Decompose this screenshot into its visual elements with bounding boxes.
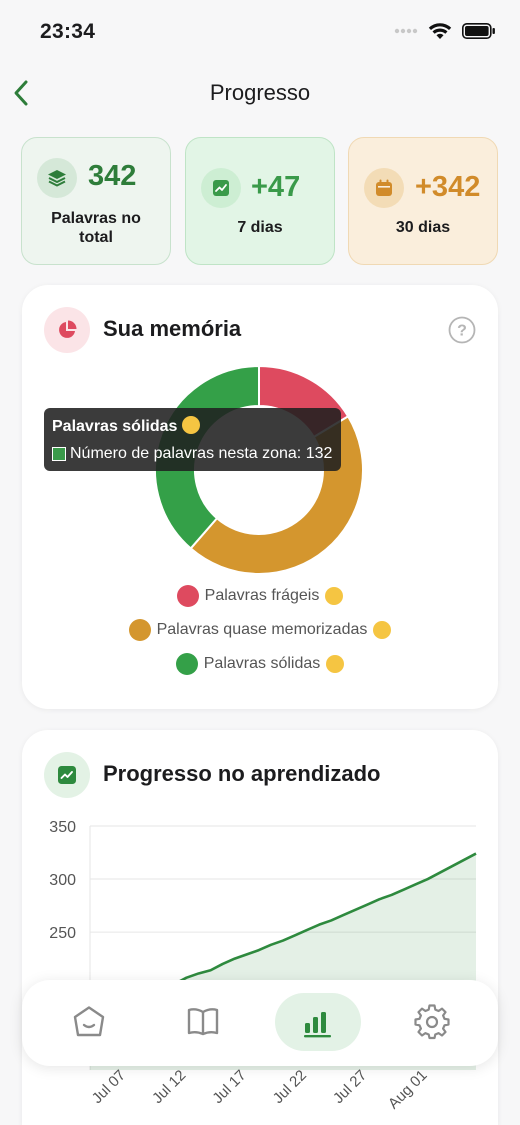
- legend-item-solid[interactable]: Palavras sólidas: [22, 653, 498, 675]
- tooltip-title-text: Palavras sólidas: [52, 418, 178, 435]
- battery-icon: [462, 23, 495, 39]
- tooltip-swatch: [52, 447, 66, 461]
- y-tick-label: 300: [49, 872, 76, 889]
- star-struck-emoji-icon: [181, 416, 200, 434]
- memory-card: Sua memória ? Palavras sólidas Número de…: [22, 285, 498, 709]
- status-icons: [394, 22, 496, 40]
- y-tick-label: 350: [49, 819, 76, 836]
- x-tick-label: Aug 01: [385, 1067, 431, 1113]
- tab-progress[interactable]: [275, 993, 361, 1051]
- legend-label: Palavras quase memorizadas: [156, 621, 368, 638]
- page-title: Progresso: [209, 80, 311, 105]
- home-icon: [73, 1006, 105, 1037]
- calendar-icon: [364, 168, 404, 208]
- stat-card-30-days: +342 30 dias: [348, 137, 498, 265]
- tooltip-body: Número de palavras nesta zona: 132: [52, 445, 332, 463]
- smile-emoji-icon: [373, 621, 392, 639]
- stat-card-7-days: +47 7 dias: [185, 137, 335, 265]
- stat-value: 342: [88, 160, 137, 192]
- x-tick-label: Jul 07: [89, 1067, 129, 1107]
- legend-dot: [176, 585, 199, 607]
- tab-settings[interactable]: [389, 993, 475, 1051]
- tab-bar: [22, 980, 498, 1066]
- stat-label: 7 dias: [237, 219, 283, 236]
- star-struck-emoji-icon: [326, 655, 345, 673]
- x-tick-label: Jul 12: [149, 1067, 189, 1107]
- x-tick-label: Jul 27: [330, 1067, 370, 1107]
- nav-header: Progresso: [0, 62, 520, 122]
- legend-item-almost[interactable]: Palavras quase memorizadas: [22, 619, 498, 641]
- layers-icon: [37, 158, 77, 198]
- status-time: 23:34: [40, 20, 96, 43]
- neutral-emoji-icon: [325, 587, 344, 605]
- y-tick-label: 250: [49, 925, 76, 942]
- gear-icon: [414, 1004, 450, 1040]
- tooltip-body-text: Número de palavras nesta zona: 132: [70, 445, 333, 462]
- trend-up-icon: [201, 168, 241, 208]
- book-icon: [187, 1008, 219, 1036]
- tab-dictionary[interactable]: [160, 993, 246, 1051]
- tab-home[interactable]: [46, 993, 132, 1051]
- tooltip-title: Palavras sólidas: [52, 416, 200, 436]
- stat-label: 30 dias: [395, 219, 451, 236]
- signal-icon: [394, 28, 418, 34]
- status-bar: 23:34: [0, 0, 520, 60]
- stat-card-total: 342 Palavras no total: [21, 137, 171, 265]
- stat-value: +342: [415, 171, 481, 203]
- x-tick-label: Jul 17: [209, 1067, 249, 1107]
- wifi-icon: [428, 23, 452, 39]
- bar-chart-icon: [304, 1012, 331, 1038]
- chart-tooltip: Palavras sólidas Número de palavras nest…: [44, 408, 341, 471]
- x-tick-label: Jul 22: [270, 1067, 310, 1107]
- stat-label: Palavras no total: [51, 210, 141, 246]
- legend-item-fragile[interactable]: Palavras frágeis: [22, 585, 498, 607]
- legend-label: Palavras frágeis: [204, 587, 320, 604]
- legend-dot: [175, 653, 198, 675]
- legend-label: Palavras sólidas: [203, 655, 321, 672]
- stat-value: +47: [251, 171, 301, 203]
- legend-dot: [128, 619, 151, 641]
